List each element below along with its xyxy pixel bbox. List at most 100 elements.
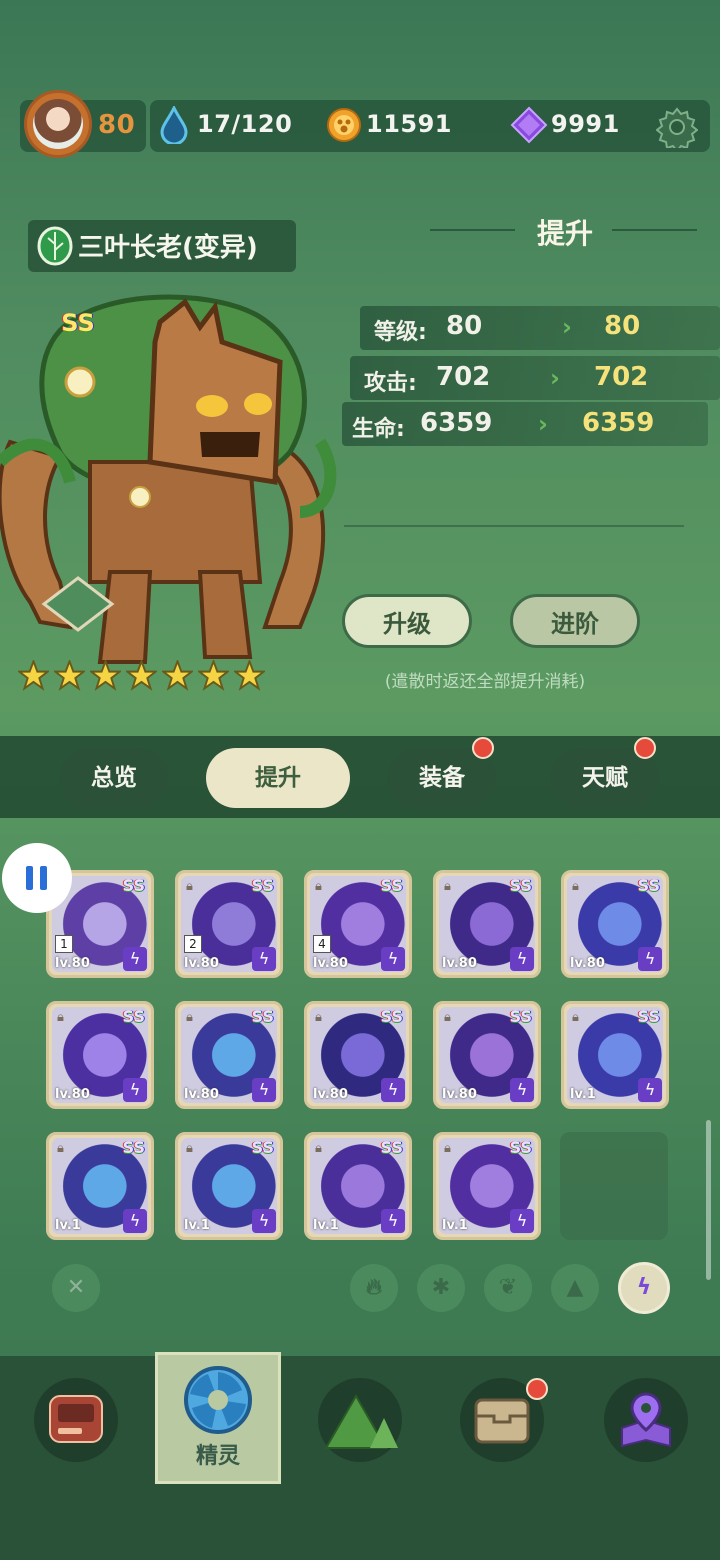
spirit-card[interactable]: 🔒︎ SS lv.1 ϟ: [175, 1132, 283, 1240]
player-avatar[interactable]: [24, 90, 92, 158]
lock-icon: 🔒︎: [57, 1010, 64, 1025]
fire-filter-icon[interactable]: 🔥︎: [350, 1264, 398, 1312]
rank-label: SS: [637, 876, 660, 895]
spirit-card[interactable]: 🔒︎ SS lv.1 ϟ: [433, 1132, 541, 1240]
arrow-icon: ›: [550, 364, 560, 392]
lock-icon: 🔒︎: [315, 1141, 322, 1156]
thunder-element-icon: ϟ: [381, 1209, 405, 1233]
star-icon: [18, 660, 49, 691]
card-level: lv.1: [184, 1218, 210, 1233]
rank-label: SS: [380, 1007, 403, 1026]
spirit-card[interactable]: 🔒︎ SS lv.1 ϟ: [46, 1132, 154, 1240]
arrow-icon: ›: [562, 313, 572, 341]
stat-label: 等级:: [374, 320, 427, 345]
stat-next: 702: [594, 362, 649, 392]
rank-label: SS: [509, 1007, 532, 1026]
rank-label: SS: [251, 1138, 274, 1157]
leaf-filter-icon[interactable]: ❦: [484, 1264, 532, 1312]
tab-overview[interactable]: 总览: [60, 748, 168, 808]
card-level: lv.1: [442, 1218, 468, 1233]
divider: [344, 525, 684, 527]
spirit-card[interactable]: 🔒︎ SS lv.1 ϟ: [304, 1132, 412, 1240]
coin-icon: [327, 108, 361, 142]
clear-filter-icon[interactable]: ✕: [52, 1264, 100, 1312]
star-icon: [90, 660, 121, 691]
map-pin-icon: [621, 1392, 671, 1448]
player-level: 80: [98, 110, 136, 140]
nav-world[interactable]: [318, 1378, 402, 1462]
mountain-icon: [324, 1393, 398, 1449]
card-level: lv.80: [570, 956, 605, 971]
scrollbar[interactable]: [706, 1120, 711, 1280]
rank-label: SS: [637, 1007, 660, 1026]
thunder-filter-icon[interactable]: ϟ: [618, 1262, 670, 1314]
star-icon: [54, 660, 85, 691]
card-level: lv.1: [313, 1218, 339, 1233]
card-level: lv.80: [184, 956, 219, 971]
gem-icon: [510, 106, 548, 144]
chest-icon: [474, 1398, 530, 1444]
tab-upgrade[interactable]: 提升: [206, 748, 350, 808]
card-level: lv.80: [55, 1087, 90, 1102]
thunder-element-icon: ϟ: [510, 947, 534, 971]
advance-button[interactable]: 进阶: [510, 594, 640, 648]
rank-label: SS: [251, 876, 274, 895]
card-level: lv.1: [570, 1087, 596, 1102]
level-up-button[interactable]: 升级: [342, 594, 472, 648]
settings-gear-icon[interactable]: [656, 106, 698, 148]
spirit-card[interactable]: 🔒︎ SS 4 lv.80 ϟ: [304, 870, 412, 978]
lock-icon: 🔒︎: [444, 879, 451, 894]
thunder-element-icon: ϟ: [252, 947, 276, 971]
spirit-card[interactable]: 🔒︎ SS 2 lv.80 ϟ: [175, 870, 283, 978]
team-slot-number: 1: [55, 935, 73, 953]
thunder-element-icon: ϟ: [123, 1078, 147, 1102]
star-icon: [234, 660, 265, 691]
team-slot-number: 4: [313, 935, 331, 953]
stat-next: 6359: [582, 408, 655, 438]
card-level: lv.80: [55, 956, 90, 971]
star-icon: [162, 660, 193, 691]
rank-label: SS: [509, 876, 532, 895]
card-level: lv.1: [55, 1218, 81, 1233]
nav-map[interactable]: [604, 1378, 688, 1462]
energy-value: 17/120: [197, 110, 293, 138]
title-ornament-right: [612, 229, 697, 231]
rank-label: SS: [122, 1138, 145, 1157]
star-rating: [18, 660, 270, 694]
spirit-card[interactable]: 🔒︎ SS lv.80 ϟ: [561, 870, 669, 978]
rank-label: SS: [380, 1138, 403, 1157]
arrow-icon: ›: [538, 410, 548, 438]
spirit-card[interactable]: 🔒︎ SS lv.80 ϟ: [304, 1001, 412, 1109]
pause-button[interactable]: [2, 843, 72, 913]
water-drop-icon: [160, 106, 188, 144]
empty-slot: [560, 1132, 668, 1240]
wind-filter-icon[interactable]: ✱: [417, 1264, 465, 1312]
leaf-element-icon: [37, 226, 73, 266]
dismiss-note: (遣散时返还全部提升消耗): [384, 672, 586, 692]
lock-icon: 🔒︎: [186, 1010, 193, 1025]
rank-badge-label: SS: [61, 309, 95, 337]
notification-dot: [634, 737, 656, 759]
terminal-icon: [49, 1395, 103, 1443]
rank-label: SS: [251, 1007, 274, 1026]
star-icon: [126, 660, 157, 691]
spirit-card[interactable]: 🔒︎ SS lv.80 ϟ: [46, 1001, 154, 1109]
team-slot-number: 2: [184, 935, 202, 953]
lock-icon: 🔒︎: [444, 1141, 451, 1156]
thunder-element-icon: ϟ: [381, 947, 405, 971]
notification-dot: [526, 1378, 548, 1400]
title-ornament-left: [430, 229, 515, 231]
earth-filter-icon[interactable]: ▲: [551, 1264, 599, 1312]
nav-shop[interactable]: [34, 1378, 118, 1462]
lock-icon: 🔒︎: [315, 879, 322, 894]
nav-spirits-label: 精灵: [195, 1444, 240, 1469]
spirit-card[interactable]: 🔒︎ SS lv.80 ϟ: [433, 1001, 541, 1109]
spirit-card[interactable]: 🔒︎ SS lv.1 ϟ: [561, 1001, 669, 1109]
thunder-element-icon: ϟ: [381, 1078, 405, 1102]
stat-current: 80: [446, 311, 483, 341]
spirit-card[interactable]: 🔒︎ SS lv.80 ϟ: [433, 870, 541, 978]
card-level: lv.80: [442, 956, 477, 971]
card-level: lv.80: [184, 1087, 219, 1102]
thunder-element-icon: ϟ: [638, 1078, 662, 1102]
spirit-card[interactable]: 🔒︎ SS lv.80 ϟ: [175, 1001, 283, 1109]
